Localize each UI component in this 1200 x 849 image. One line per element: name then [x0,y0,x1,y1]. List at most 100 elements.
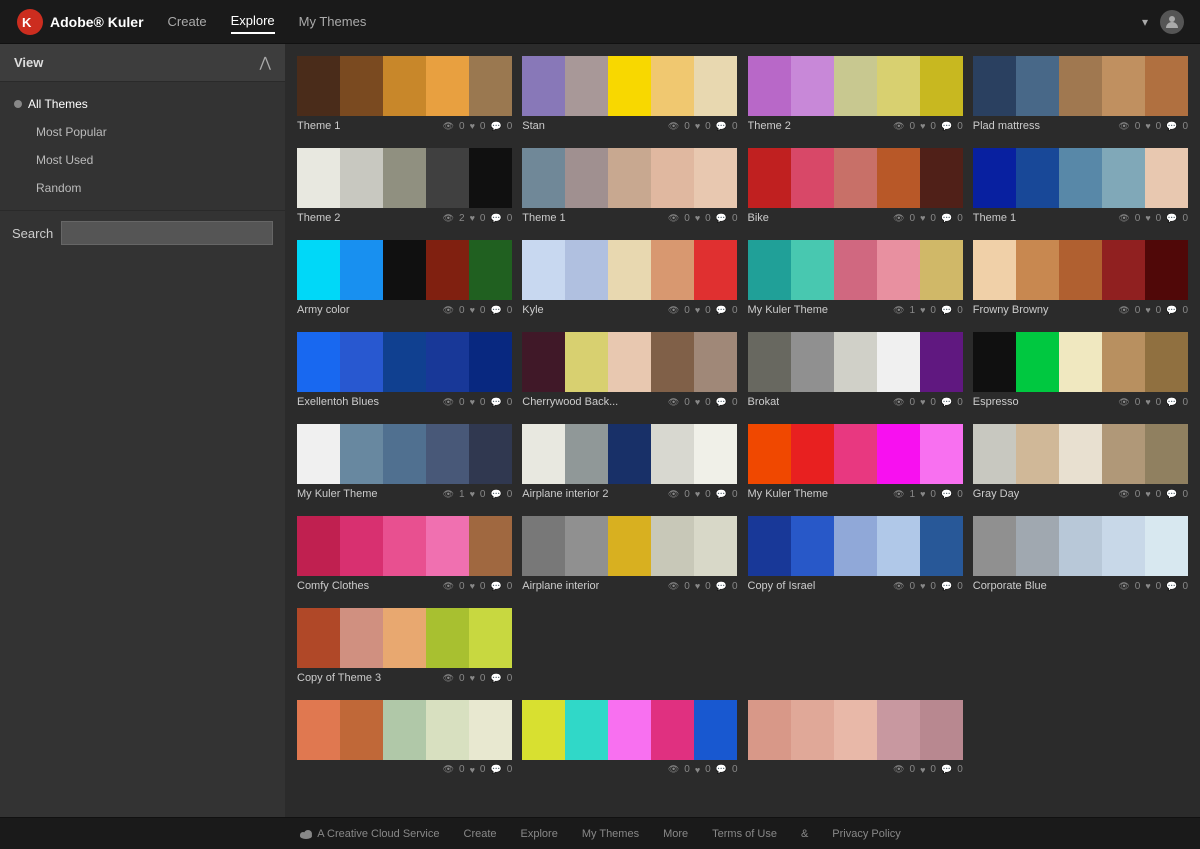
footer-more[interactable]: More [663,828,688,840]
theme-card[interactable]: Theme 2 👁 0 ♥ 0 💬 0 [748,56,963,138]
comment-icon: 💬 [716,121,727,132]
footer-explore[interactable]: Explore [521,828,558,840]
theme-info: Airplane interior 👁 0 ♥ 0 💬 0 [522,576,737,598]
theme-stats: 👁 0 ♥ 0 💬 0 [1118,213,1188,224]
swatch [834,424,877,484]
theme-card[interactable]: Theme 2 👁 2 ♥ 0 💬 0 [297,148,512,230]
comment-icon: 💬 [941,213,952,224]
theme-card[interactable]: Plad mattress 👁 0 ♥ 0 💬 0 [973,56,1188,138]
views-icon: 👁 [668,764,679,775]
sidebar-item-all-themes[interactable]: All Themes [0,90,285,118]
theme-card[interactable]: Airplane interior 👁 0 ♥ 0 💬 0 [522,516,737,598]
theme-card[interactable]: Exellentoh Blues 👁 0 ♥ 0 💬 0 [297,332,512,414]
comments-count: 0 [507,121,513,132]
theme-card[interactable]: 👁 0 ♥ 0 💬 0 [297,700,512,781]
theme-stats: 👁 0 ♥ 0 💬 0 [893,121,963,132]
hearts-count: 0 [1156,305,1162,316]
comments-count: 0 [732,489,738,500]
swatch [834,148,877,208]
theme-card[interactable]: 👁 0 ♥ 0 💬 0 [748,700,963,781]
swatch [973,148,1016,208]
comments-count: 0 [732,121,738,132]
swatch [694,56,737,116]
logo-icon: K [16,8,44,36]
nav-my-themes[interactable]: My Themes [299,10,367,33]
views-icon: 👁 [443,121,454,132]
theme-swatches [748,700,963,760]
sidebar-item-most-used[interactable]: Most Used [0,146,285,174]
footer-my-themes[interactable]: My Themes [582,828,639,840]
theme-name: Frowny Browny [973,304,1049,316]
hearts-count: 0 [930,764,936,775]
comments-count: 0 [1182,121,1188,132]
swatch [426,56,469,116]
theme-card[interactable]: Brokat 👁 0 ♥ 0 💬 0 [748,332,963,414]
views-icon: 👁 [443,489,454,500]
swatch [694,148,737,208]
theme-card[interactable]: Copy of Israel 👁 0 ♥ 0 💬 0 [748,516,963,598]
sidebar-item-most-popular[interactable]: Most Popular [0,118,285,146]
theme-card[interactable]: Airplane interior 2 👁 0 ♥ 0 💬 0 [522,424,737,506]
swatch [608,516,651,576]
theme-card[interactable]: Kyle 👁 0 ♥ 0 💬 0 [522,240,737,322]
theme-info: Theme 1 👁 0 ♥ 0 💬 0 [297,116,512,138]
theme-card[interactable]: Army color 👁 0 ♥ 0 💬 0 [297,240,512,322]
theme-stats: 👁 0 ♥ 0 💬 0 [668,213,738,224]
theme-card[interactable]: Cherrywood Back... 👁 0 ♥ 0 💬 0 [522,332,737,414]
theme-card[interactable]: Corporate Blue 👁 0 ♥ 0 💬 0 [973,516,1188,598]
nav-create[interactable]: Create [168,10,207,33]
theme-card[interactable]: Theme 1 👁 0 ♥ 0 💬 0 [522,148,737,230]
comments-count: 0 [732,764,738,775]
swatch [522,148,565,208]
swatch [1102,240,1145,300]
user-avatar[interactable] [1160,10,1184,34]
theme-card[interactable]: My Kuler Theme 👁 1 ♥ 0 💬 0 [297,424,512,506]
swatch [522,700,565,760]
swatch [426,332,469,392]
swatch [608,56,651,116]
theme-stats: 👁 1 ♥ 0 💬 0 [443,489,513,500]
theme-stats: 👁 0 ♥ 0 💬 0 [1118,397,1188,408]
sidebar-item-random[interactable]: Random [0,174,285,202]
hearts-count: 0 [480,581,486,592]
collapse-icon[interactable]: ⋀ [260,54,271,71]
dropdown-icon[interactable]: ▾ [1142,15,1148,29]
theme-card[interactable]: Stan 👁 0 ♥ 0 💬 0 [522,56,737,138]
views-count: 0 [910,581,916,592]
logo[interactable]: K Adobe® Kuler [16,8,144,36]
sidebar-item-most-used-label: Most Used [36,153,93,167]
theme-card[interactable]: Comfy Clothes 👁 0 ♥ 0 💬 0 [297,516,512,598]
swatch [920,516,963,576]
views-count: 0 [684,581,690,592]
footer-create[interactable]: Create [464,828,497,840]
search-input[interactable] [61,221,273,245]
views-icon: 👁 [893,581,904,592]
comments-count: 0 [507,213,513,224]
swatch [1059,148,1102,208]
theme-card[interactable]: Gray Day 👁 0 ♥ 0 💬 0 [973,424,1188,506]
theme-card[interactable]: Bike 👁 0 ♥ 0 💬 0 [748,148,963,230]
theme-card[interactable]: My Kuler Theme 👁 1 ♥ 0 💬 0 [748,240,963,322]
theme-card[interactable]: Theme 1 👁 0 ♥ 0 💬 0 [973,148,1188,230]
comments-count: 0 [1182,489,1188,500]
footer-privacy[interactable]: Privacy Policy [832,828,900,840]
comment-icon: 💬 [490,764,501,775]
theme-card[interactable]: Copy of Theme 3 👁 0 ♥ 0 💬 0 [297,608,512,690]
theme-card[interactable]: Theme 1 👁 0 ♥ 0 💬 0 [297,56,512,138]
swatch [565,148,608,208]
heart-icon: ♥ [920,397,925,407]
hearts-count: 0 [480,305,486,316]
swatch [834,240,877,300]
nav-explore[interactable]: Explore [231,9,275,34]
swatch [877,56,920,116]
theme-name: Airplane interior 2 [522,488,608,500]
theme-card[interactable]: 👁 0 ♥ 0 💬 0 [522,700,737,781]
swatch [565,424,608,484]
theme-card[interactable]: Frowny Browny 👁 0 ♥ 0 💬 0 [973,240,1188,322]
comment-icon: 💬 [941,489,952,500]
footer-terms[interactable]: Terms of Use [712,828,777,840]
theme-name: Theme 1 [522,212,565,224]
theme-card[interactable]: Espresso 👁 0 ♥ 0 💬 0 [973,332,1188,414]
theme-card[interactable]: My Kuler Theme 👁 1 ♥ 0 💬 0 [748,424,963,506]
views-count: 1 [459,489,465,500]
